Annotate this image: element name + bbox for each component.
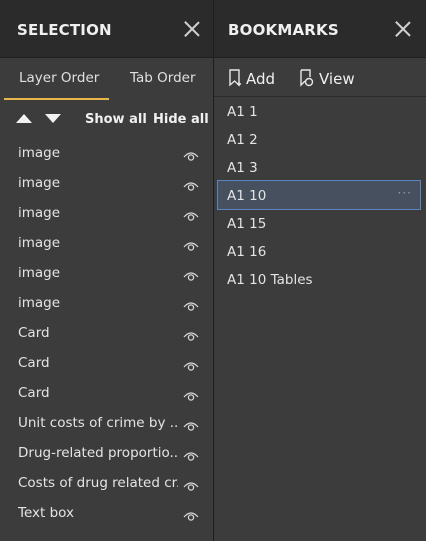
- layer-label: image: [18, 295, 61, 311]
- layer-label: image: [18, 265, 61, 281]
- bookmark-label: A1 3: [227, 160, 258, 176]
- bookmarks-header: BOOKMARKS: [214, 0, 426, 58]
- layer-item[interactable]: Costs of drug related cr...: [0, 468, 213, 498]
- selection-header: SELECTION: [0, 0, 213, 58]
- selection-title: SELECTION: [17, 21, 112, 39]
- bookmarks-title: BOOKMARKS: [228, 21, 339, 39]
- layer-label: image: [18, 205, 61, 221]
- tab-tab-order[interactable]: Tab Order: [130, 70, 196, 86]
- move-down-icon[interactable]: [45, 114, 61, 123]
- show-all-button[interactable]: Show all: [85, 112, 147, 127]
- more-options-icon[interactable]: ···: [398, 186, 412, 200]
- move-up-icon[interactable]: [16, 114, 32, 123]
- layer-label: image: [18, 175, 61, 191]
- eye-icon[interactable]: [183, 417, 199, 431]
- layer-label: Card: [18, 385, 50, 401]
- bookmark-label: A1 10: [227, 188, 267, 204]
- bookmark-item[interactable]: A1 10 Tables: [214, 265, 426, 293]
- close-icon[interactable]: [394, 20, 412, 38]
- eye-icon[interactable]: [183, 297, 199, 311]
- bookmark-view-icon: [300, 69, 314, 87]
- bookmark-label: A1 2: [227, 132, 258, 148]
- layer-item[interactable]: Card: [0, 378, 213, 408]
- eye-icon[interactable]: [183, 387, 199, 401]
- layer-item[interactable]: Drug-related proportio...: [0, 438, 213, 468]
- layer-label: Unit costs of crime by ...: [18, 415, 178, 431]
- bookmark-item[interactable]: A1 10 ···: [217, 180, 421, 210]
- layer-label: image: [18, 235, 61, 251]
- layer-item[interactable]: image: [0, 258, 213, 288]
- bookmarks-pane: BOOKMARKS Add View A1 1 A1 2 A1 3 A1 10 ··· A…: [214, 0, 426, 541]
- bookmarks-toolbar: Add View: [214, 58, 426, 97]
- bookmark-label: A1 10 Tables: [227, 272, 313, 288]
- bookmark-list: A1 1 A1 2 A1 3 A1 10 ··· A1 15 A1 16 A1 10 Tabl…: [214, 97, 426, 293]
- layer-item[interactable]: image: [0, 288, 213, 318]
- bookmark-item[interactable]: A1 15: [214, 209, 426, 237]
- bookmark-label: A1 15: [227, 216, 267, 232]
- bookmark-add-icon: [229, 69, 241, 87]
- layer-item[interactable]: image: [0, 168, 213, 198]
- selection-pane: SELECTION Layer Order Tab Order Show all…: [0, 0, 213, 541]
- tab-layer-order[interactable]: Layer Order: [19, 70, 99, 86]
- eye-icon[interactable]: [183, 447, 199, 461]
- eye-icon[interactable]: [183, 237, 199, 251]
- view-bookmarks-button[interactable]: View: [299, 69, 355, 88]
- layer-item[interactable]: image: [0, 198, 213, 228]
- add-label: Add: [246, 70, 276, 88]
- eye-icon[interactable]: [183, 207, 199, 221]
- eye-icon[interactable]: [183, 477, 199, 491]
- layer-label: Text box: [18, 505, 74, 521]
- eye-icon[interactable]: [183, 357, 199, 371]
- eye-icon[interactable]: [183, 177, 199, 191]
- bookmark-label: A1 1: [227, 104, 258, 120]
- bookmark-item[interactable]: A1 16: [214, 237, 426, 265]
- eye-icon[interactable]: [183, 327, 199, 341]
- selection-tabs: Layer Order Tab Order: [0, 58, 213, 101]
- active-tab-indicator: [4, 98, 109, 100]
- selection-toolbar: Show all Hide all: [0, 101, 213, 138]
- layer-item[interactable]: Text box: [0, 498, 213, 528]
- add-bookmark-button[interactable]: Add: [228, 69, 275, 88]
- layer-label: Drug-related proportio...: [18, 445, 178, 461]
- layer-item[interactable]: Card: [0, 348, 213, 378]
- layer-item[interactable]: Card: [0, 318, 213, 348]
- layer-label: Card: [18, 325, 50, 341]
- view-label: View: [319, 70, 355, 88]
- bookmark-item[interactable]: A1 1: [214, 97, 426, 125]
- layer-item[interactable]: image: [0, 228, 213, 258]
- layer-item[interactable]: image: [0, 138, 213, 168]
- layer-label: Costs of drug related cr...: [18, 475, 178, 491]
- bookmark-item[interactable]: A1 3: [214, 153, 426, 181]
- eye-icon[interactable]: [183, 507, 199, 521]
- layer-label: image: [18, 145, 61, 161]
- eye-icon[interactable]: [183, 147, 199, 161]
- layer-list: image image image image image image Card Card Ca…: [0, 138, 213, 528]
- close-icon[interactable]: [183, 20, 201, 38]
- layer-item[interactable]: Unit costs of crime by ...: [0, 408, 213, 438]
- bookmark-label: A1 16: [227, 244, 267, 260]
- bookmark-item[interactable]: A1 2: [214, 125, 426, 153]
- eye-icon[interactable]: [183, 267, 199, 281]
- hide-all-button[interactable]: Hide all: [153, 112, 209, 127]
- layer-label: Card: [18, 355, 50, 371]
